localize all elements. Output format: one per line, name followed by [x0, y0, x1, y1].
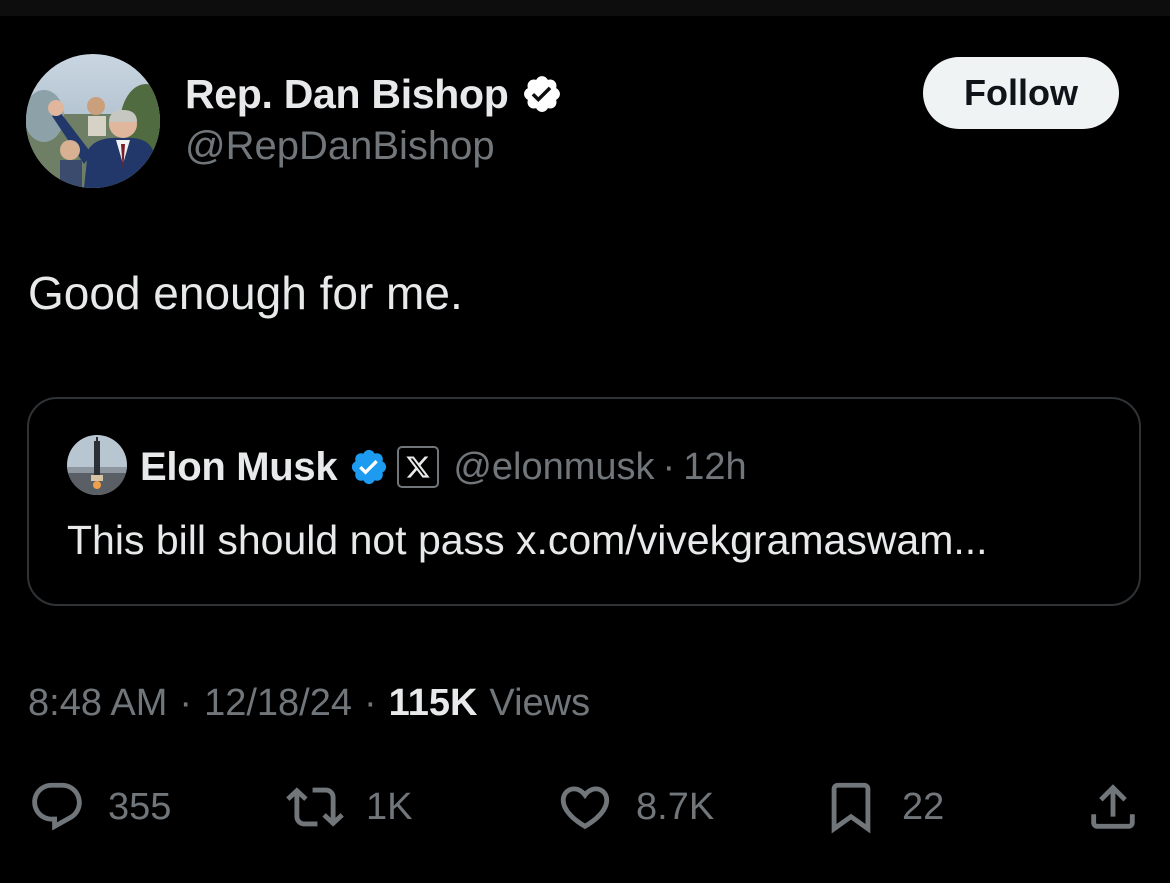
repost-button[interactable]: 1K	[286, 778, 412, 836]
quoted-tweet-header: Elon Musk @elonmusk · 12h	[140, 441, 747, 493]
quoted-author-handle[interactable]: @elonmusk	[453, 446, 654, 489]
tweet-time[interactable]: 8:48 AM	[28, 682, 167, 725]
reply-count: 355	[108, 785, 172, 828]
speech-bubble-icon	[28, 778, 86, 836]
follow-button[interactable]: Follow	[923, 57, 1119, 129]
quoted-tweet-card[interactable]: Elon Musk @elonmusk · 12h This bill shou…	[27, 397, 1141, 606]
like-button[interactable]: 8.7K	[556, 778, 714, 836]
bookmark-button[interactable]: 22	[822, 778, 944, 836]
tweet-text: Good enough for me.	[28, 267, 463, 319]
repost-arrows-icon	[286, 778, 344, 836]
quoted-author-avatar[interactable]	[67, 435, 127, 495]
reply-button[interactable]: 355	[28, 778, 171, 836]
quoted-tweet-time[interactable]: 12h	[683, 446, 746, 489]
verified-badge-icon[interactable]	[521, 73, 563, 115]
like-count: 8.7K	[636, 785, 715, 828]
top-status-strip	[0, 0, 1170, 16]
author-avatar[interactable]	[26, 54, 160, 188]
tweet-meta: 8:48 AM · 12/18/24 · 115K Views	[28, 682, 590, 725]
x-affiliation-icon[interactable]	[397, 446, 440, 488]
tweet-date[interactable]: 12/18/24	[204, 682, 352, 725]
bookmark-count: 22	[902, 785, 945, 828]
views-label: Views	[489, 682, 591, 724]
share-button[interactable]	[1084, 778, 1142, 836]
repost-count: 1K	[366, 785, 413, 828]
quoted-tweet-text: This bill should not pass x.com/vivekgra…	[67, 517, 988, 563]
views-count[interactable]: 115K	[389, 682, 478, 725]
quoted-author-name[interactable]: Elon Musk	[140, 445, 338, 490]
separator-dot: ·	[179, 682, 193, 724]
heart-icon	[556, 778, 614, 836]
share-upload-icon	[1084, 778, 1142, 836]
author-name[interactable]: Rep. Dan Bishop	[185, 71, 509, 118]
bookmark-icon	[822, 778, 880, 836]
author-name-row: Rep. Dan Bishop	[185, 70, 563, 118]
author-handle[interactable]: @RepDanBishop	[185, 124, 495, 169]
separator-dot: ·	[662, 445, 676, 488]
verified-badge-icon[interactable]	[349, 447, 389, 487]
separator-dot: ·	[364, 682, 377, 724]
